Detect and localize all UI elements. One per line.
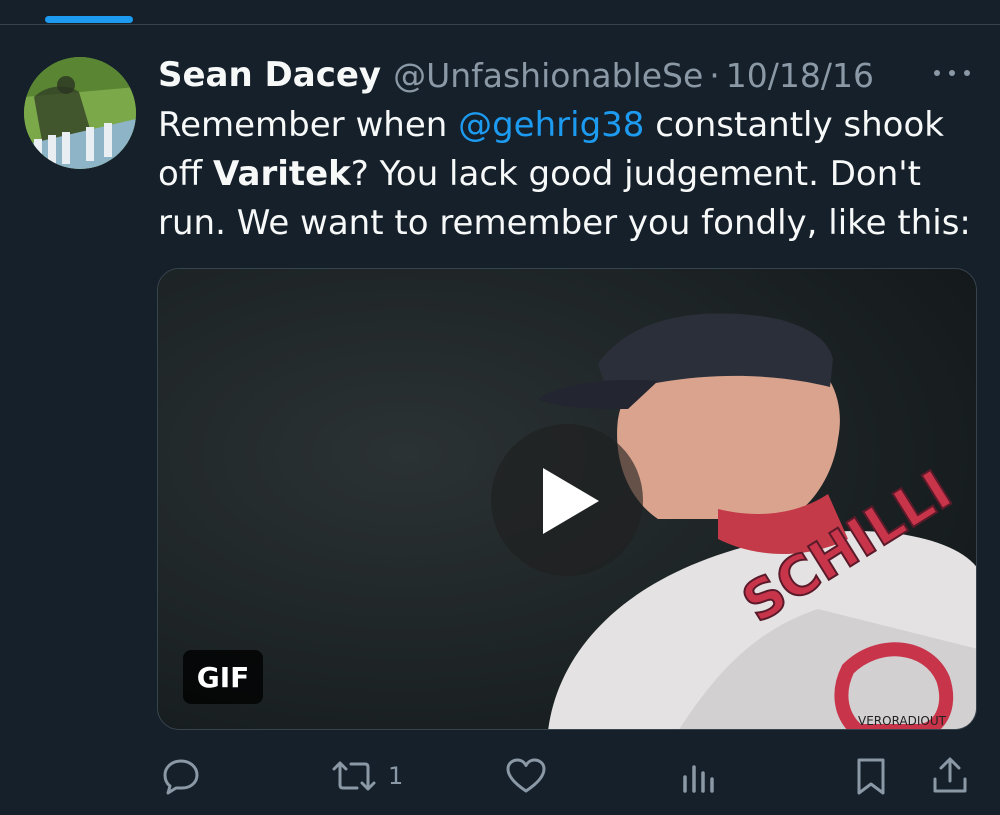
tweet-text-bold: Varitek <box>213 154 351 194</box>
more-dot <box>949 70 955 76</box>
tweet-text: Remember when @gehrig38 constantly shook… <box>158 101 978 248</box>
heart-icon <box>506 758 546 792</box>
tweet-date[interactable]: 10/18/16 <box>726 56 874 95</box>
play-button[interactable] <box>491 424 643 576</box>
play-icon <box>543 468 599 534</box>
mention-link[interactable]: @gehrig38 <box>458 105 644 145</box>
more-options-icon[interactable] <box>930 58 974 88</box>
retweet-button[interactable]: 1 <box>328 748 403 803</box>
bookmark-icon <box>857 758 885 794</box>
gif-watermark: VERORADIOUT <box>858 714 947 728</box>
share-button[interactable] <box>930 748 970 803</box>
avatar[interactable] <box>24 57 136 169</box>
header-separator: · <box>709 55 720 95</box>
share-icon <box>933 757 967 792</box>
bookmark-button[interactable] <box>852 748 890 803</box>
more-dot <box>964 70 970 76</box>
avatar-image <box>24 57 136 169</box>
more-dot <box>934 70 940 76</box>
tweet-media-gif[interactable]: SCHILLI VERORADIOUT GIF <box>157 268 977 730</box>
like-button[interactable] <box>504 748 548 803</box>
divider <box>0 24 1000 25</box>
author-display-name[interactable]: Sean Dacey <box>158 55 381 95</box>
tweet-actions-bar: 1 <box>0 748 1000 803</box>
tweet-header: Sean Dacey @UnfashionableSe · 10/18/16 <box>158 52 874 98</box>
retweet-count: 1 <box>388 761 404 790</box>
reply-button[interactable] <box>160 748 202 803</box>
gif-badge: GIF <box>183 650 263 704</box>
active-tab-indicator <box>45 16 133 23</box>
views-icon <box>683 764 714 793</box>
tweet-text-part: Remember when <box>158 105 459 145</box>
retweet-icon <box>332 761 376 790</box>
author-handle[interactable]: @UnfashionableSe <box>393 56 703 95</box>
reply-icon <box>163 759 199 794</box>
views-button[interactable] <box>680 748 720 803</box>
